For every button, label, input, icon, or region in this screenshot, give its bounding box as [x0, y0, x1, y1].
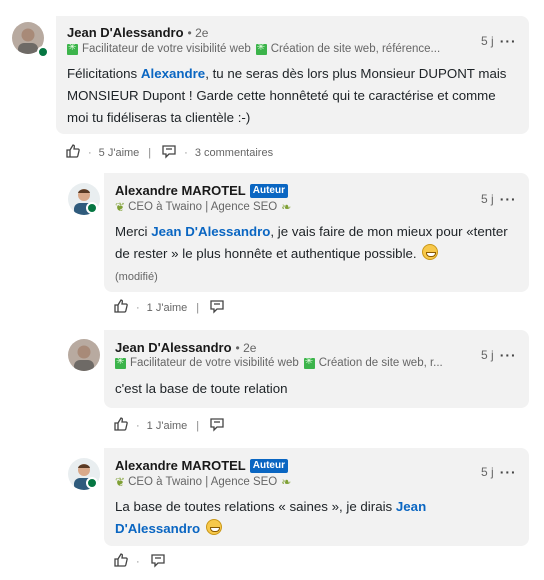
like-icon[interactable] [113, 552, 129, 571]
reply-icon[interactable] [161, 143, 177, 162]
more-options-icon[interactable]: ··· [500, 347, 517, 363]
sparkle-icon [115, 357, 126, 369]
comment-author[interactable]: Jean D'Alessandro [115, 340, 232, 355]
author-badge: Auteur [249, 458, 288, 473]
separator: · [184, 146, 188, 159]
sparkle-icon [255, 43, 267, 55]
comment-time: 5 j [481, 465, 494, 479]
grinning-emoji-icon [205, 519, 222, 535]
headline-part-1: Facilitateur de votre visibilité web [82, 43, 251, 55]
connection-degree: • 2e [187, 25, 209, 40]
comment-author[interactable]: Jean D'Alessandro [67, 25, 184, 40]
online-status-icon [37, 46, 49, 58]
text-segment: Merci [115, 224, 152, 239]
reply-icon[interactable] [150, 552, 166, 571]
text-segment: La base de toutes relations « saines », … [115, 499, 396, 514]
like-icon[interactable] [113, 298, 129, 317]
comment-author[interactable]: Alexandre MAROTEL [115, 183, 246, 198]
more-options-icon[interactable]: ··· [500, 33, 517, 49]
reply-count[interactable]: 3 commentaires [195, 147, 273, 159]
like-count[interactable]: 1 J'aime [147, 420, 188, 432]
sprout-icon: ❦ [115, 200, 126, 214]
comment-author[interactable]: Alexandre MAROTEL [115, 458, 246, 473]
separator: | [196, 419, 200, 432]
comment-time: 5 j [481, 34, 494, 48]
reply-icon[interactable] [209, 298, 225, 317]
like-icon[interactable] [65, 143, 81, 162]
grinning-emoji-icon [422, 244, 439, 260]
sprout-icon: ❦ [115, 475, 126, 489]
comment-text: c'est la base de toute relation [115, 381, 288, 396]
comment-time: 5 j [481, 348, 494, 362]
comment-text: Félicitations Alexandre, tu ne seras dès… [67, 63, 507, 129]
sparkle-icon [303, 357, 315, 369]
headline-part-2: Création de site web, référence... [270, 43, 441, 55]
leaf-icon: ❧ [281, 200, 292, 214]
author-headline: Facilitateur de votre visibilité web Cré… [115, 357, 465, 369]
separator: | [196, 301, 200, 314]
author-headline: Facilitateur de votre visibilité web Cré… [67, 43, 462, 55]
comment-text: Merci Jean D'Alessandro, je vais faire d… [115, 221, 515, 288]
headline-text: CEO à Twaino | Agence SEO [128, 476, 278, 488]
online-status-icon [86, 202, 98, 214]
author-headline: ❦ CEO à Twaino | Agence SEO ❧ [115, 200, 455, 214]
author-headline: ❦ CEO à Twaino | Agence SEO ❧ [115, 475, 455, 489]
like-count[interactable]: 5 J'aime [99, 147, 140, 159]
modified-label: (modifié) [115, 271, 158, 283]
reply-icon[interactable] [209, 416, 225, 435]
separator: · [136, 419, 140, 432]
sparkle-icon [67, 43, 78, 55]
headline-part-1: Facilitateur de votre visibilité web [130, 357, 299, 369]
separator: · [88, 146, 92, 159]
leaf-icon: ❧ [281, 475, 292, 489]
avatar-jean[interactable] [68, 339, 100, 371]
headline-part-2: Création de site web, r... [318, 357, 443, 369]
separator: · [136, 301, 140, 314]
like-icon[interactable] [113, 416, 129, 435]
mention-link[interactable]: Alexandre [141, 66, 205, 81]
like-count[interactable]: 1 J'aime [147, 302, 188, 314]
author-badge: Auteur [249, 183, 288, 198]
separator: · [136, 555, 140, 568]
text-segment: Félicitations [67, 66, 141, 81]
connection-degree: • 2e [235, 340, 257, 355]
online-status-icon [86, 477, 98, 489]
headline-text: CEO à Twaino | Agence SEO [128, 201, 278, 213]
separator: | [148, 146, 152, 159]
more-options-icon[interactable]: ··· [500, 464, 517, 480]
mention-link[interactable]: Jean D'Alessandro [151, 224, 270, 239]
more-options-icon[interactable]: ··· [500, 191, 517, 207]
comment-time: 5 j [481, 192, 494, 206]
comment-text: La base de toutes relations « saines », … [115, 496, 515, 540]
